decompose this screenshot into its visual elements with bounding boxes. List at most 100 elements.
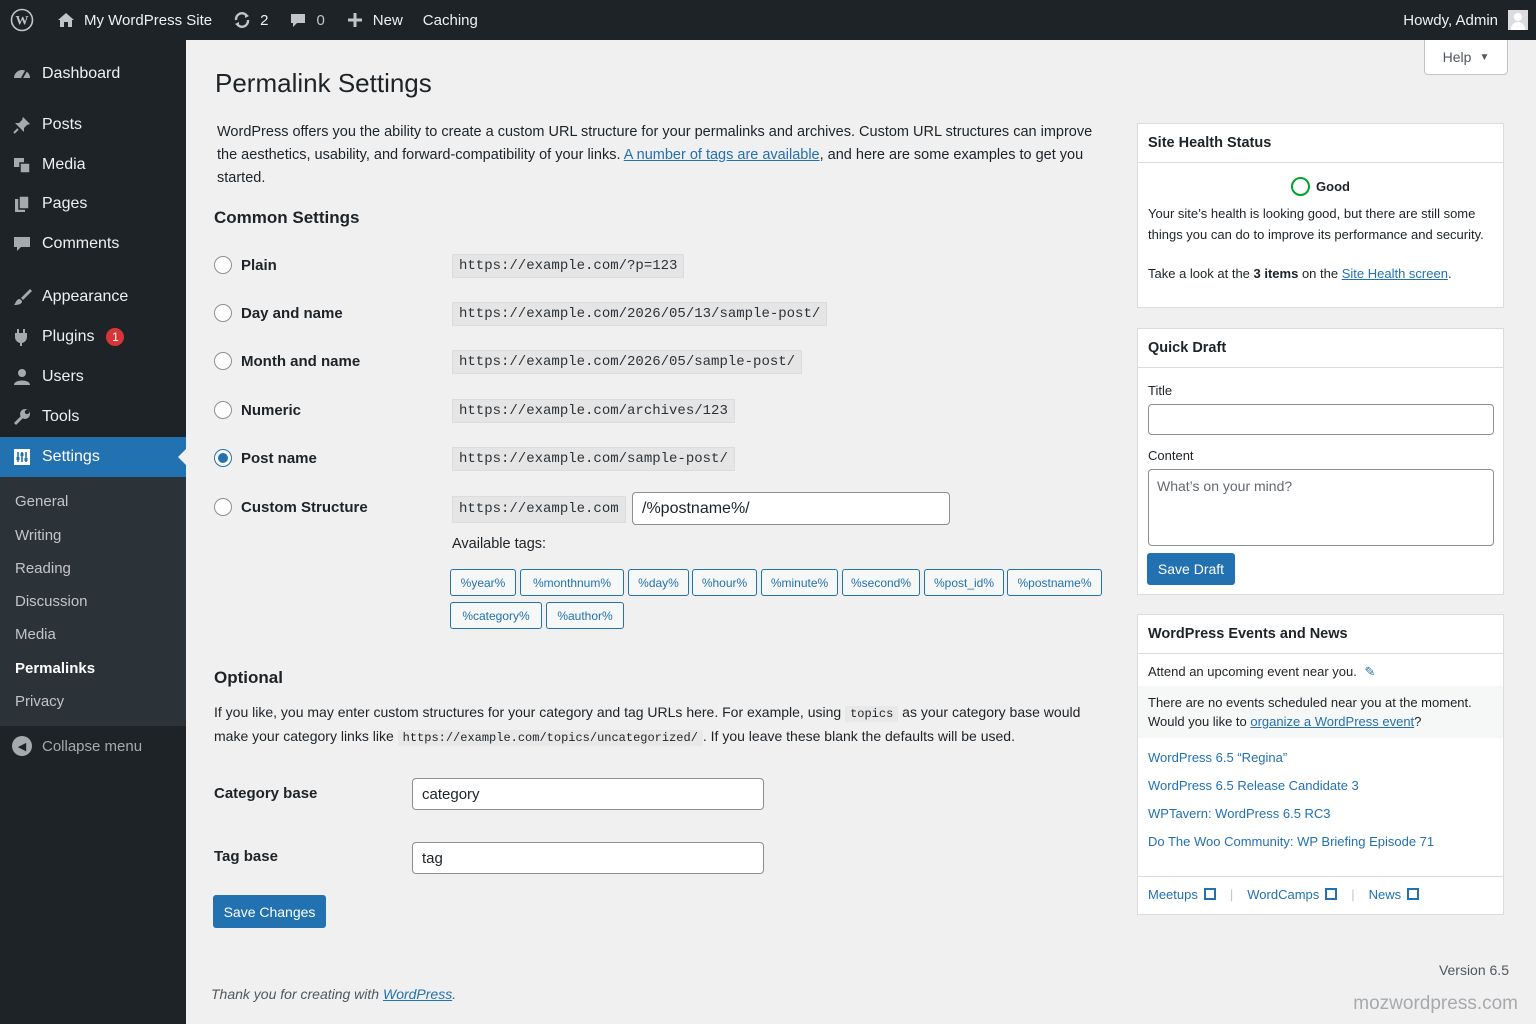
sidebar-item-posts[interactable]: Posts	[0, 105, 186, 145]
home-icon	[58, 13, 74, 27]
health-status-text: Good	[1316, 179, 1350, 194]
health-period: .	[1447, 266, 1452, 281]
option-plain[interactable]: Plain	[214, 256, 277, 274]
sidebar-item-media[interactable]: Media	[0, 145, 186, 185]
site-health-screen-link[interactable]: Site Health screen	[1342, 266, 1448, 281]
my-account[interactable]: Howdy, Admin	[1403, 0, 1528, 40]
organize-event-link[interactable]: organize a WordPress event	[1250, 714, 1414, 729]
tag-button-postname[interactable]: %postname%	[1007, 569, 1102, 596]
version-text: Version 6.5	[1438, 962, 1509, 978]
brush-icon	[12, 287, 32, 307]
option-label: Day and name	[241, 304, 343, 322]
settings-icon	[12, 447, 32, 467]
sidebar-item-comments[interactable]: Comments	[0, 224, 186, 264]
submenu-privacy[interactable]: Privacy	[15, 693, 64, 710]
tag-button-author[interactable]: %author%	[546, 602, 624, 629]
meetups-link[interactable]: Meetups	[1148, 887, 1216, 902]
collapse-menu-button[interactable]: ◀ Collapse menu	[12, 736, 142, 756]
tag-button-day[interactable]: %day%	[628, 569, 689, 596]
category-base-input[interactable]: category	[412, 778, 764, 810]
optional-text: If you like, you may enter custom struct…	[214, 704, 846, 720]
events-title: WordPress Events and News	[1138, 615, 1503, 654]
sidebar-item-appearance[interactable]: Appearance	[0, 277, 186, 317]
news-list: WordPress 6.5 “Regina” WordPress 6.5 Rel…	[1138, 738, 1503, 849]
help-tab-button[interactable]: Help ▼	[1424, 40, 1508, 75]
sidebar-item-label: Settings	[42, 448, 100, 465]
comment-icon	[291, 14, 306, 27]
site-health-title: Site Health Status	[1138, 124, 1503, 163]
sidebar-item-pages[interactable]: Pages	[0, 184, 186, 224]
tag-button-monthnum[interactable]: %monthnum%	[520, 569, 624, 596]
settings-submenu: General Writing Reading Discussion Media…	[0, 477, 186, 726]
separator: |	[1351, 887, 1355, 902]
radio-plain[interactable]	[214, 256, 232, 274]
comments-link[interactable]: 0	[278, 0, 334, 40]
wordpress-logo-icon[interactable]: W	[0, 0, 46, 40]
option-post-name[interactable]: Post name	[214, 449, 317, 467]
draft-title-input[interactable]	[1148, 404, 1494, 435]
pencil-icon[interactable]: ✎	[1365, 664, 1376, 679]
common-settings-heading: Common Settings	[214, 208, 360, 227]
submenu-media[interactable]: Media	[15, 626, 56, 643]
news-item[interactable]: Do The Woo Community: WP Briefing Episod…	[1148, 834, 1493, 849]
option-label: Custom Structure	[241, 498, 368, 516]
pin-icon	[12, 115, 32, 135]
page-title: Permalink Settings	[215, 68, 432, 98]
wordcamps-label: WordCamps	[1247, 887, 1320, 902]
radio-day-and-name[interactable]	[214, 304, 232, 322]
sidebar-item-users[interactable]: Users	[0, 357, 186, 397]
new-content-link[interactable]: New	[335, 0, 413, 40]
watermark: mozwordpress.com	[1353, 993, 1518, 1014]
tag-base-input[interactable]: tag	[412, 842, 764, 874]
wordpress-link[interactable]: WordPress	[383, 986, 452, 1002]
available-tags-link[interactable]: A number of tags are available	[624, 147, 820, 163]
wordcamps-link[interactable]: WordCamps	[1247, 887, 1338, 902]
optional-code-example: https://example.com/topics/uncategorized…	[397, 730, 703, 746]
tag-button-second[interactable]: %second%	[842, 569, 920, 596]
save-draft-button[interactable]: Save Draft	[1147, 553, 1235, 585]
sidebar-item-settings[interactable]: Settings	[0, 437, 186, 477]
option-label: Plain	[241, 256, 277, 274]
tag-button-post-id[interactable]: %post_id%	[924, 569, 1004, 596]
custom-structure-input[interactable]: /%postname%/	[632, 492, 950, 525]
option-label: Numeric	[241, 401, 302, 419]
events-none-message: There are no events scheduled near you a…	[1138, 686, 1503, 738]
tag-button-year[interactable]: %year%	[450, 569, 516, 596]
submenu-discussion[interactable]: Discussion	[15, 593, 88, 610]
radio-post-name[interactable]	[214, 449, 232, 467]
submenu-writing[interactable]: Writing	[15, 527, 61, 544]
news-item[interactable]: WordPress 6.5 Release Candidate 3	[1148, 778, 1493, 793]
submenu-general[interactable]: General	[15, 493, 68, 510]
sidebar-item-label: Dashboard	[42, 65, 121, 82]
option-day-and-name[interactable]: Day and name	[214, 304, 343, 322]
radio-custom-structure[interactable]	[214, 498, 232, 516]
option-numeric[interactable]: Numeric	[214, 401, 301, 419]
updates-link[interactable]: 2	[222, 0, 278, 40]
sidebar-item-plugins[interactable]: Plugins 1	[0, 317, 186, 357]
submenu-reading[interactable]: Reading	[15, 560, 71, 577]
tag-button-hour[interactable]: %hour%	[692, 569, 757, 596]
radio-numeric[interactable]	[214, 401, 232, 419]
external-link-icon	[1407, 888, 1420, 900]
news-item[interactable]: WordPress 6.5 “Regina”	[1148, 750, 1493, 765]
tag-button-category[interactable]: %category%	[450, 602, 542, 629]
new-label: New	[372, 11, 403, 29]
option-month-and-name[interactable]: Month and name	[214, 352, 360, 370]
howdy-text: Howdy, Admin	[1403, 11, 1498, 29]
example-url-month-and-name: https://example.com/2026/05/sample-post/	[452, 350, 803, 374]
sidebar-item-tools[interactable]: Tools	[0, 397, 186, 437]
health-text: Take a look at the	[1148, 266, 1254, 281]
option-custom-structure[interactable]: Custom Structure	[214, 498, 368, 516]
health-description: Your site’s health is looking good, but …	[1148, 206, 1484, 242]
news-item[interactable]: WPTavern: WordPress 6.5 RC3	[1148, 806, 1493, 821]
caching-label: Caching	[422, 11, 478, 29]
radio-month-and-name[interactable]	[214, 352, 232, 370]
news-link[interactable]: News	[1369, 887, 1420, 902]
tag-button-minute[interactable]: %minute%	[761, 569, 838, 596]
site-name-link[interactable]: My WordPress Site	[46, 0, 222, 40]
save-changes-button[interactable]: Save Changes	[213, 895, 326, 928]
caching-link[interactable]: Caching	[413, 0, 488, 40]
sidebar-item-dashboard[interactable]: Dashboard	[0, 54, 186, 94]
draft-content-textarea[interactable]: What’s on your mind?	[1148, 469, 1494, 546]
submenu-permalinks[interactable]: Permalinks	[15, 660, 95, 677]
